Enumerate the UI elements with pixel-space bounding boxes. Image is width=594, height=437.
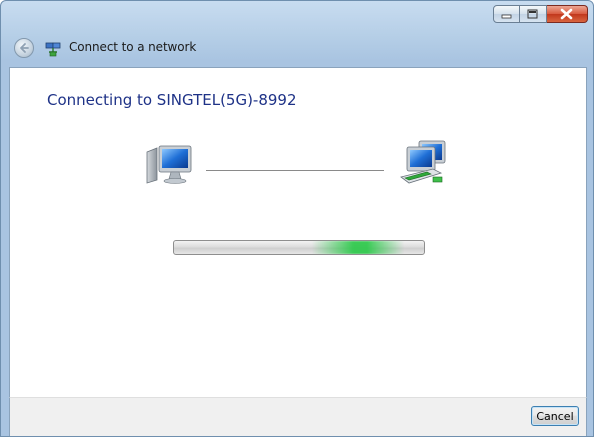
back-arrow-icon [20, 43, 29, 53]
back-button[interactable] [14, 38, 34, 58]
progress-indicator [312, 241, 404, 254]
close-icon [560, 8, 573, 20]
maximize-button[interactable] [520, 5, 547, 23]
cancel-button[interactable]: Cancel [531, 406, 579, 426]
connecting-heading: Connecting to SINGTEL(5G)-8992 [47, 91, 297, 109]
network-wizard-icon [45, 42, 61, 57]
caption-buttons [493, 5, 588, 24]
window-title: Connect to a network [69, 40, 197, 54]
connection-progress-bar [173, 240, 425, 255]
content-area: Connecting to SINGTEL(5G)-8992 [9, 67, 587, 397]
connection-line [206, 170, 384, 171]
minimize-button[interactable] [493, 5, 520, 23]
maximize-icon [527, 9, 538, 19]
computer-icon [146, 145, 192, 184]
minimize-icon [501, 14, 512, 19]
title-bar[interactable]: Connect to a network [1, 1, 593, 67]
footer-bar: Cancel [9, 397, 587, 436]
network-icon [400, 140, 446, 184]
close-button[interactable] [547, 5, 588, 23]
dialog-window: Connect to a network Connecting to SINGT… [0, 0, 594, 437]
